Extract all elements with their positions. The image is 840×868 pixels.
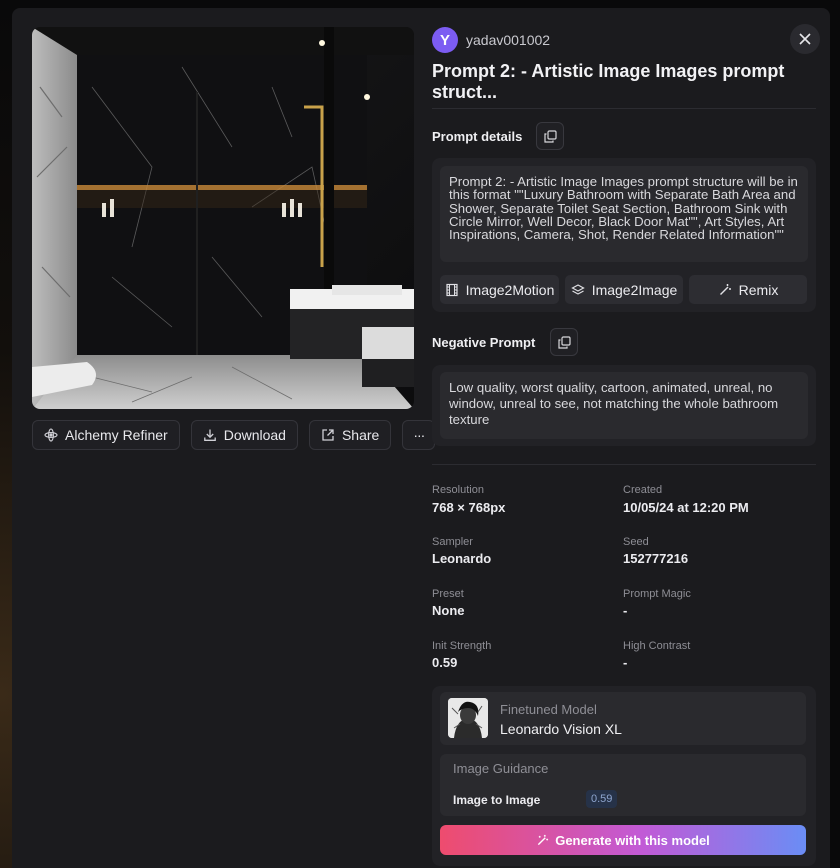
sampler-value: Leonardo <box>432 551 492 566</box>
image2motion-button[interactable]: Image2Motion <box>440 275 559 304</box>
image-guidance-title: Image Guidance <box>453 761 549 776</box>
prompt-details-label: Prompt details <box>432 129 523 144</box>
created-label: Created <box>623 484 663 496</box>
generate-with-model-button[interactable]: Generate with this model <box>440 825 806 855</box>
layers-icon <box>570 283 585 295</box>
image-to-image-label: Image to Image <box>453 793 541 807</box>
preset-value: None <box>432 603 465 618</box>
share-icon <box>321 428 335 442</box>
init-strength-label: Init Strength <box>432 640 492 652</box>
init-strength-value: 0.59 <box>432 655 458 670</box>
image-guidance-card: Image Guidance Image to Image 0.59 <box>440 754 806 816</box>
meta-divider <box>432 464 816 465</box>
model-thumbnail <box>448 698 488 738</box>
high-contrast-label: High Contrast <box>623 640 691 652</box>
negative-prompt-text: Low quality, worst quality, cartoon, ani… <box>440 372 808 439</box>
download-icon <box>203 428 217 442</box>
resolution-value: 768 × 768px <box>432 500 506 515</box>
negative-prompt-panel: Low quality, worst quality, cartoon, ani… <box>432 365 816 446</box>
image-detail-modal: Alchemy Refiner Download Share ··· Y yad… <box>12 8 830 868</box>
author-row[interactable]: Y yadav001002 <box>432 27 550 53</box>
copy-icon <box>543 129 557 143</box>
copy-negative-prompt-button[interactable] <box>550 328 578 356</box>
page-title: Prompt 2: - Artistic Image Images prompt… <box>432 61 785 102</box>
author-name: yadav001002 <box>466 32 551 48</box>
sparkle-atom-icon <box>44 428 58 442</box>
more-options-button[interactable]: ··· <box>402 420 436 450</box>
seed-label: Seed <box>623 536 649 548</box>
created-value: 10/05/24 at 12:20 PM <box>623 500 749 515</box>
remix-label: Remix <box>738 281 779 298</box>
model-panel: Finetuned Model Leonardo Vision XL Image… <box>432 686 816 866</box>
film-icon <box>446 283 458 296</box>
close-button[interactable] <box>790 24 820 54</box>
seed-value: 152777216 <box>623 551 689 566</box>
prompt-text: Prompt 2: - Artistic Image Images prompt… <box>440 166 808 262</box>
prompt-tools: Image2Motion Image2Image Remix <box>440 275 807 304</box>
share-label: Share <box>341 427 380 443</box>
prompt-panel: Prompt 2: - Artistic Image Images prompt… <box>432 158 816 312</box>
magic-wand-icon <box>538 834 549 845</box>
ellipsis-icon: ··· <box>413 427 425 443</box>
remix-button[interactable]: Remix <box>689 275 807 304</box>
finetuned-model-card[interactable]: Finetuned Model Leonardo Vision XL <box>440 692 806 745</box>
finetuned-model-label: Finetuned Model <box>500 702 597 717</box>
generated-image[interactable] <box>32 27 414 409</box>
magic-wand-icon <box>719 283 731 295</box>
download-label: Download <box>223 427 286 443</box>
alchemy-refiner-label: Alchemy Refiner <box>65 427 168 443</box>
prompt-magic-label: Prompt Magic <box>623 588 691 600</box>
copy-prompt-button[interactable] <box>536 122 564 150</box>
resolution-label: Resolution <box>432 484 484 496</box>
share-button[interactable]: Share <box>308 420 392 450</box>
copy-icon <box>557 335 571 349</box>
image2motion-label: Image2Motion <box>465 281 555 298</box>
sampler-label: Sampler <box>432 536 473 548</box>
image-to-image-strength-badge: 0.59 <box>586 790 618 808</box>
alchemy-refiner-button[interactable]: Alchemy Refiner <box>32 420 180 450</box>
detail-panel: Y yadav001002 Prompt 2: - Artistic Image… <box>432 8 820 868</box>
preset-label: Preset <box>432 588 464 600</box>
close-icon <box>799 33 811 45</box>
negative-prompt-label: Negative Prompt <box>432 335 536 350</box>
download-button[interactable]: Download <box>190 420 298 450</box>
finetuned-model-name: Leonardo Vision XL <box>500 721 622 737</box>
generate-label: Generate with this model <box>555 832 710 848</box>
avatar: Y <box>432 27 458 53</box>
image-action-row: Alchemy Refiner Download Share ··· <box>32 420 436 450</box>
header-divider <box>432 108 816 109</box>
image2image-label: Image2Image <box>591 281 678 298</box>
prompt-magic-value: - <box>623 603 628 618</box>
image2image-button[interactable]: Image2Image <box>565 275 683 304</box>
high-contrast-value: - <box>623 655 628 670</box>
